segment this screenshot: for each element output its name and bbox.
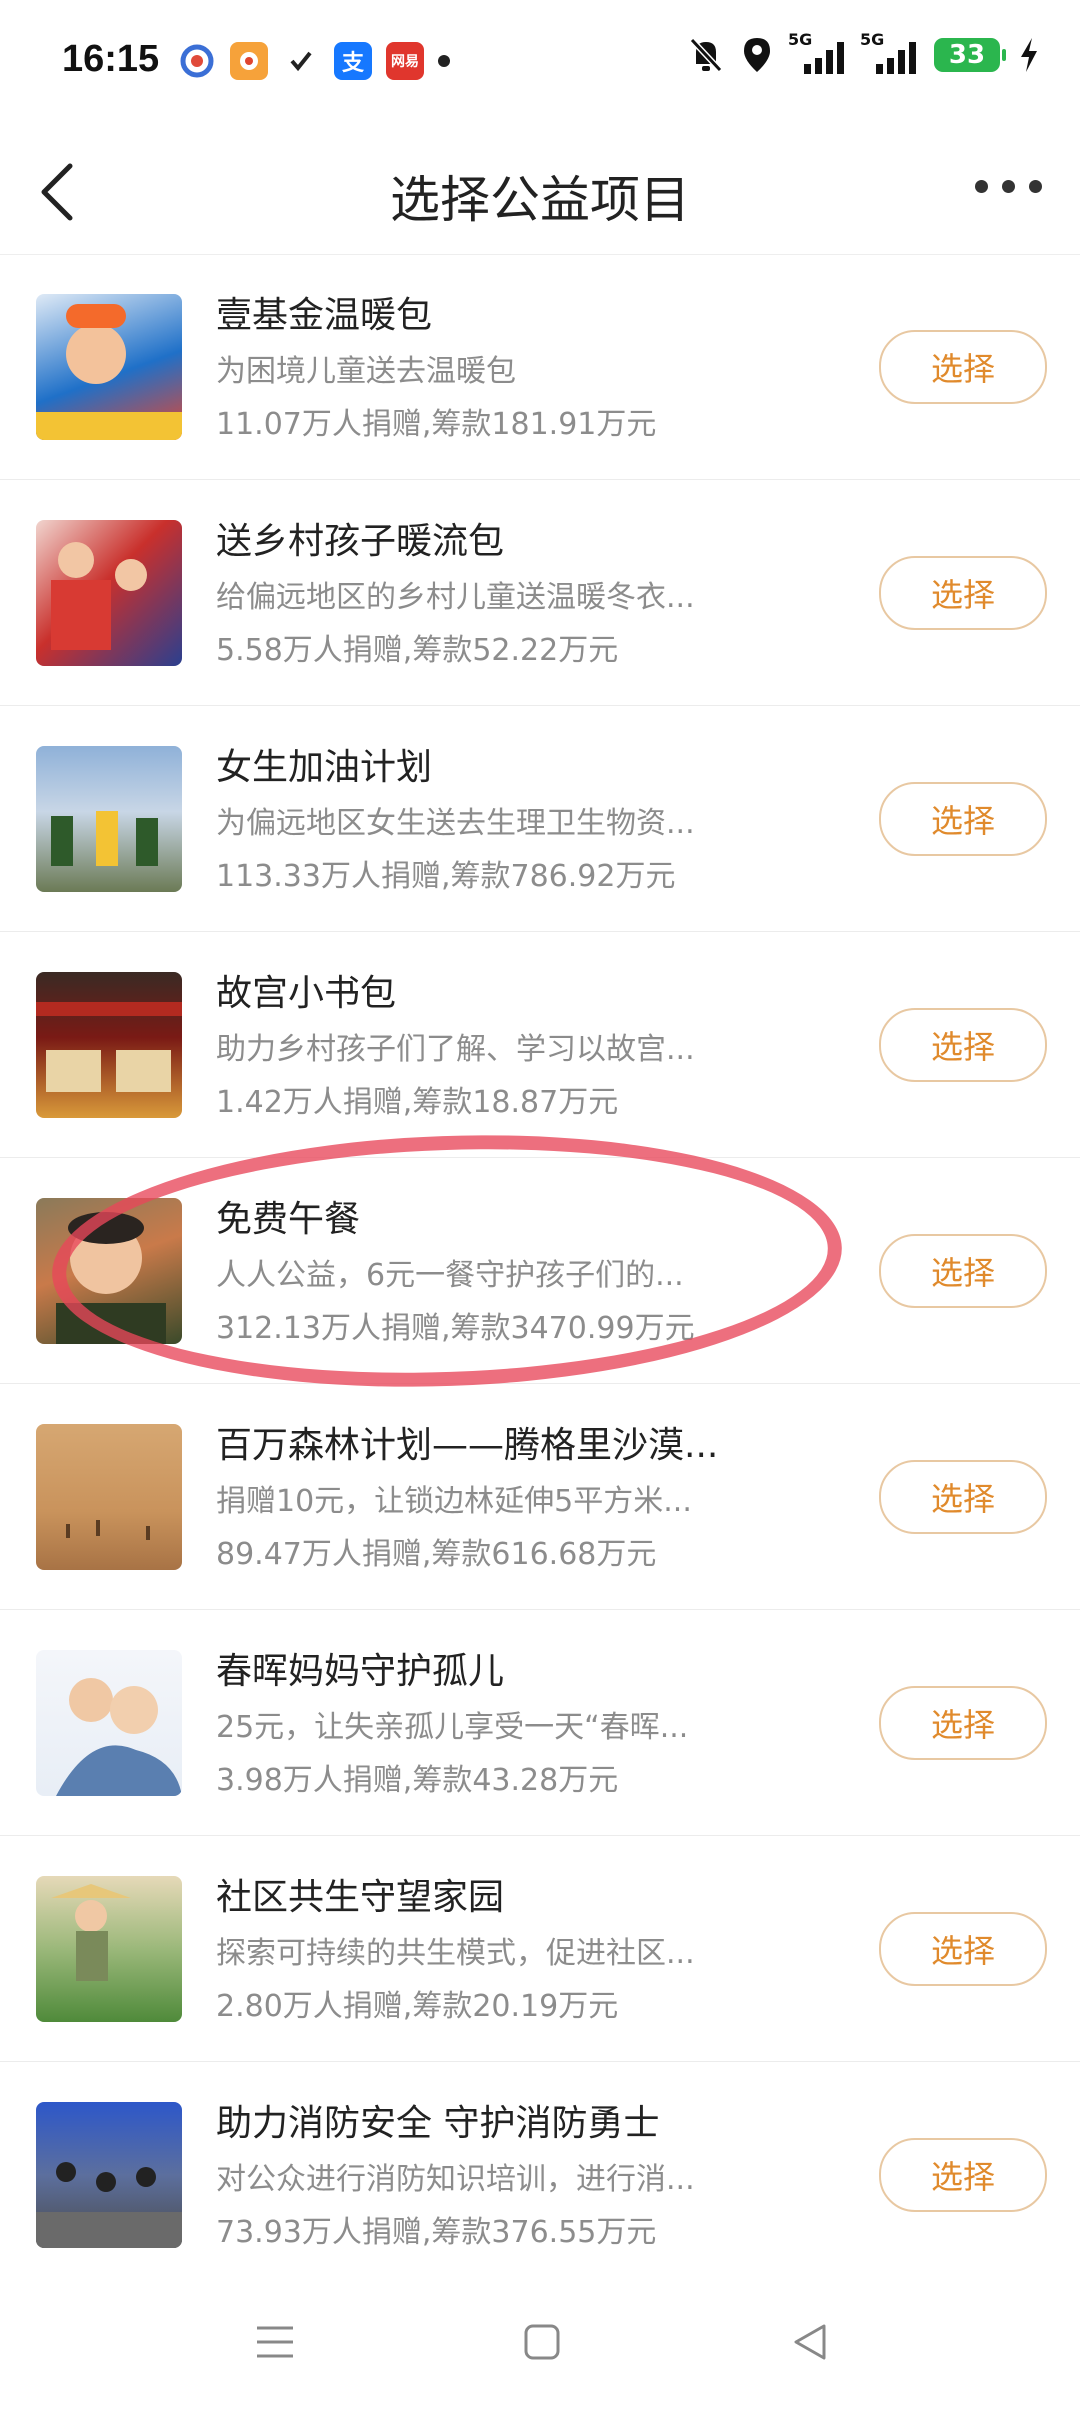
- project-thumbnail: [36, 1876, 182, 2022]
- more-notifications-dot: [438, 55, 450, 67]
- project-thumbnail: [36, 972, 182, 1118]
- project-stats: 312.13万人捐赠,筹款3470.99万元: [216, 1311, 695, 1346]
- more-options-button[interactable]: [975, 180, 1042, 193]
- project-description: 探索可持续的共生模式，促进社区...: [216, 1936, 695, 1971]
- location-icon: [744, 38, 770, 72]
- project-description: 25元，让失亲孤儿享受一天“春晖...: [216, 1710, 689, 1745]
- project-name: 故宫小书包: [216, 973, 397, 1014]
- project-thumbnail: [36, 746, 182, 892]
- home-button[interactable]: [512, 2312, 572, 2372]
- check-icon: [282, 42, 320, 80]
- project-stats: 89.47万人捐赠,筹款616.68万元: [216, 1537, 657, 1572]
- back-nav-button[interactable]: [780, 2312, 840, 2372]
- navigation-bar: 选择公益项目: [0, 130, 1080, 255]
- battery-indicator: 33: [934, 38, 1006, 72]
- charging-icon: [1021, 38, 1037, 72]
- page-title: 选择公益项目: [390, 171, 690, 229]
- project-name: 女生加油计划: [216, 747, 433, 788]
- camera-app-icon: [178, 42, 216, 80]
- project-stats: 2.80万人捐赠,筹款20.19万元: [216, 1989, 619, 2024]
- project-stats: 1.42万人捐赠,筹款18.87万元: [216, 1085, 619, 1120]
- project-item[interactable]: 送乡村孩子暖流包 给偏远地区的乡村儿童送温暖冬衣... 5.58万人捐赠,筹款5…: [0, 480, 1080, 706]
- menu-button[interactable]: [245, 2312, 305, 2372]
- project-name: 百万森林计划——腾格里沙漠...: [216, 1425, 719, 1466]
- project-name: 免费午餐: [216, 1199, 361, 1240]
- project-stats: 5.58万人捐赠,筹款52.22万元: [216, 633, 619, 668]
- food-app-icon: [230, 42, 268, 80]
- project-stats: 73.93万人捐赠,筹款376.55万元: [216, 2215, 657, 2250]
- project-thumbnail: [36, 294, 182, 440]
- project-description: 助力乡村孩子们了解、学习以故宫...: [216, 1032, 695, 1067]
- status-time: 16:15: [62, 38, 160, 80]
- more-dot-icon: [975, 180, 988, 193]
- project-item[interactable]: 春晖妈妈守护孤儿 25元，让失亲孤儿享受一天“春晖... 3.98万人捐赠,筹款…: [0, 1610, 1080, 1836]
- project-description: 捐赠10元，让锁边林延伸5平方米...: [216, 1484, 692, 1519]
- project-item[interactable]: 壹基金温暖包 为困境儿童送去温暖包 11.07万人捐赠,筹款181.91万元 选…: [0, 254, 1080, 480]
- project-name: 助力消防安全 守护消防勇士: [216, 2103, 660, 2144]
- signal-icon-1: 5G: [788, 30, 844, 74]
- more-dot-icon: [1029, 180, 1042, 193]
- project-item[interactable]: 故宫小书包 助力乡村孩子们了解、学习以故宫... 1.42万人捐赠,筹款18.8…: [0, 932, 1080, 1158]
- project-item[interactable]: 助力消防安全 守护消防勇士 对公众进行消防知识培训，进行消... 73.93万人…: [0, 2062, 1080, 2287]
- system-navigation-bar: [0, 2284, 1080, 2414]
- project-stats: 3.98万人捐赠,筹款43.28万元: [216, 1763, 619, 1798]
- project-description: 给偏远地区的乡村儿童送温暖冬衣...: [216, 580, 695, 615]
- select-button[interactable]: 选择: [879, 1008, 1047, 1082]
- select-button[interactable]: 选择: [879, 1234, 1047, 1308]
- select-button[interactable]: 选择: [879, 1912, 1047, 1986]
- signal-icon-2: 5G: [860, 30, 916, 74]
- project-name: 社区共生守望家园: [216, 1877, 505, 1918]
- project-description: 对公众进行消防知识培训，进行消...: [216, 2162, 695, 2197]
- system-icons: 5G 5G 33: [688, 30, 1040, 74]
- home-icon: [524, 2324, 560, 2360]
- project-name: 春晖妈妈守护孤儿: [216, 1651, 505, 1692]
- select-button[interactable]: 选择: [879, 1686, 1047, 1760]
- select-button[interactable]: 选择: [879, 556, 1047, 630]
- netease-icon: 网易: [386, 42, 424, 80]
- project-thumbnail: [36, 1198, 182, 1344]
- select-button[interactable]: 选择: [879, 782, 1047, 856]
- select-button[interactable]: 选择: [879, 1460, 1047, 1534]
- status-bar: 16:15 支 网易 5G 5G 33: [0, 0, 1080, 130]
- mute-bell-icon: [689, 37, 723, 73]
- project-item[interactable]: 社区共生守望家园 探索可持续的共生模式，促进社区... 2.80万人捐赠,筹款2…: [0, 1836, 1080, 2062]
- more-dot-icon: [1002, 180, 1015, 193]
- select-button[interactable]: 选择: [879, 2138, 1047, 2212]
- project-description: 人人公益，6元一餐守护孩子们的...: [216, 1258, 684, 1293]
- project-thumbnail: [36, 2102, 182, 2248]
- project-item[interactable]: 免费午餐 人人公益，6元一餐守护孩子们的... 312.13万人捐赠,筹款347…: [0, 1122, 1080, 1400]
- project-thumbnail: [36, 1424, 182, 1570]
- project-name: 壹基金温暖包: [216, 295, 433, 336]
- project-description: 为偏远地区女生送去生理卫生物资...: [216, 806, 695, 841]
- alipay-icon: 支: [334, 42, 372, 80]
- project-list: 壹基金温暖包 为困境儿童送去温暖包 11.07万人捐赠,筹款181.91万元 选…: [0, 254, 1080, 2287]
- select-button[interactable]: 选择: [879, 330, 1047, 404]
- project-item[interactable]: 百万森林计划——腾格里沙漠... 捐赠10元，让锁边林延伸5平方米... 89.…: [0, 1384, 1080, 1610]
- project-stats: 113.33万人捐赠,筹款786.92万元: [216, 859, 676, 894]
- project-item[interactable]: 女生加油计划 为偏远地区女生送去生理卫生物资... 113.33万人捐赠,筹款7…: [0, 706, 1080, 932]
- project-thumbnail: [36, 520, 182, 666]
- project-stats: 11.07万人捐赠,筹款181.91万元: [216, 407, 657, 442]
- menu-icon: [257, 2326, 293, 2358]
- back-triangle-icon: [794, 2324, 826, 2360]
- project-thumbnail: [36, 1650, 182, 1796]
- project-name: 送乡村孩子暖流包: [216, 521, 505, 562]
- project-description: 为困境儿童送去温暖包: [216, 354, 516, 389]
- notification-icons: 支 网易: [178, 42, 450, 80]
